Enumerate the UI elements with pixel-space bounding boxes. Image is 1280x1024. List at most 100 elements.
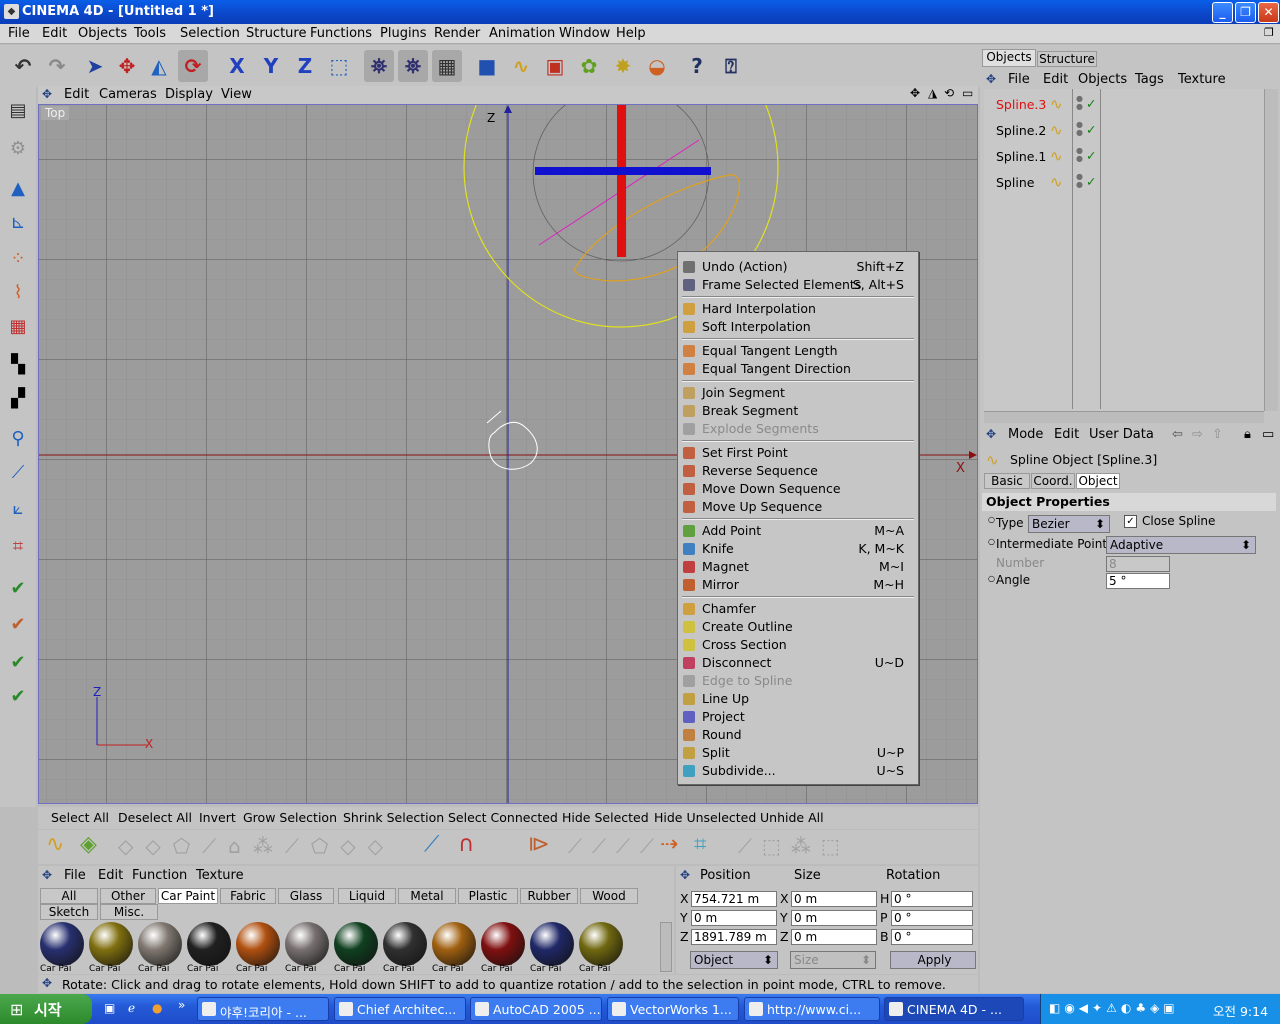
object-tool-icon[interactable]: ▲ (3, 173, 33, 203)
material-grip-icon[interactable]: ✥ (42, 868, 52, 882)
apply-button[interactable]: Apply (890, 951, 976, 969)
split-icon[interactable]: ⇢ (660, 832, 678, 857)
light-icon[interactable]: ✸ (608, 50, 638, 82)
add-point-icon[interactable]: ◈ (80, 832, 97, 857)
object-list[interactable]: Spline.3 ∿ ● ● ✓ Spline.2 ∿ ● ● ✓ Spline.1 ∿ ● ● ✓ Spli… (984, 89, 1264, 411)
taskbar-item[interactable]: AutoCAD 2005 ... (470, 997, 602, 1021)
maximize-button[interactable]: ❐ (1235, 2, 1256, 23)
deselect-all-button[interactable]: Deselect All (118, 810, 192, 825)
nurbs-icon[interactable]: ▣ (540, 50, 570, 82)
material-swatch[interactable] (579, 922, 623, 966)
attributes-grip-icon[interactable]: ✥ (986, 427, 996, 441)
tab-object[interactable]: Object (1076, 473, 1120, 489)
context-item-move-up-sequence[interactable]: Move Up Sequence (678, 498, 918, 516)
scale-icon[interactable]: ◭ (144, 50, 174, 82)
object-item-spline-3[interactable]: Spline.3 (996, 97, 1046, 112)
context-item-magnet[interactable]: Magnet M~I (678, 558, 918, 576)
context-item-subdivide[interactable]: Subdivide... U~S (678, 762, 918, 780)
material-tab-glass[interactable]: Glass (278, 888, 334, 904)
menu-tools[interactable]: Tools (134, 26, 166, 41)
visibility-dots-icon[interactable]: ● ● (1076, 95, 1083, 111)
material-tab-liquid[interactable]: Liquid (338, 888, 396, 904)
coord-mode-select[interactable]: Object ⬍ (690, 951, 778, 969)
restore-doc-icon[interactable]: ❐ (1264, 26, 1274, 39)
context-item-add-point[interactable]: Add Point M~A (678, 522, 918, 540)
grow-selection-button[interactable]: Grow Selection (243, 810, 337, 825)
visibility-dots-icon[interactable]: ● ● (1076, 121, 1083, 137)
size-field[interactable]: 0 m (791, 891, 877, 907)
rotation-field[interactable]: 0 ° (891, 910, 973, 926)
visibility-dots-icon[interactable]: ● ● (1076, 173, 1083, 189)
position-field[interactable]: 0 m (691, 910, 777, 926)
deformer-icon[interactable]: ◒ (642, 50, 672, 82)
material-tab-metal[interactable]: Metal (398, 888, 456, 904)
axis-tool-icon[interactable]: ⊾ (3, 207, 33, 237)
render-view-icon[interactable]: ⛯ (364, 50, 394, 82)
bone-tool-icon[interactable]: ⚲ (3, 423, 33, 453)
tab-coord[interactable]: Coord. (1031, 473, 1075, 489)
material-menu-function[interactable]: Function (132, 868, 187, 883)
material-swatch[interactable] (187, 922, 231, 966)
rotation-field[interactable]: 0 ° (891, 891, 973, 907)
object-item-spline-1[interactable]: Spline.1 (996, 149, 1046, 164)
context-item-equal-tangent-length[interactable]: Equal Tangent Length (678, 342, 918, 360)
rotation-field[interactable]: 0 ° (891, 929, 973, 945)
y-axis-icon[interactable]: Y (256, 50, 286, 82)
menu-render[interactable]: Render (434, 26, 480, 41)
material-swatch[interactable] (89, 922, 133, 966)
context-item-soft-interpolation[interactable]: Soft Interpolation (678, 318, 918, 336)
spline-icon[interactable]: ∿ (506, 50, 536, 82)
viewport-grip-icon[interactable]: ✥ (42, 87, 52, 101)
render-settings-icon[interactable]: ▦ (432, 50, 462, 82)
menu-structure[interactable]: Structure (246, 26, 306, 41)
context-item-join-segment[interactable]: Join Segment (678, 384, 918, 402)
magnet-icon[interactable]: ∩ (458, 832, 474, 857)
hide-selected-button[interactable]: Hide Selected (562, 810, 649, 825)
context-item-project[interactable]: Project (678, 708, 918, 726)
context-item-round[interactable]: Round (678, 726, 918, 744)
inverse-kinematics-icon[interactable]: ⟋ (3, 457, 33, 487)
material-menu-edit[interactable]: Edit (98, 868, 123, 883)
material-tab-all[interactable]: All (40, 888, 98, 904)
context-item-line-up[interactable]: Line Up (678, 690, 918, 708)
undo-icon[interactable]: ↶ (8, 50, 38, 82)
material-swatch[interactable] (383, 922, 427, 966)
cube-icon[interactable]: ■ (472, 50, 502, 82)
menu-selection[interactable]: Selection (180, 26, 240, 41)
material-swatch[interactable] (334, 922, 378, 966)
objects-menu-texture[interactable]: Texture (1178, 72, 1226, 87)
menu-window[interactable]: Window (559, 26, 610, 41)
context-item-create-outline[interactable]: Create Outline (678, 618, 918, 636)
tab-objects[interactable]: Objects (982, 49, 1036, 67)
material-scrollbar[interactable] (660, 922, 672, 972)
menu-functions[interactable]: Functions (310, 26, 372, 41)
quicklaunch-app-icon[interactable]: ● (152, 1001, 162, 1015)
size-field[interactable]: 0 m (791, 929, 877, 945)
angle-field[interactable]: 5 ° (1106, 573, 1170, 589)
knife-icon[interactable]: ⟋ (424, 832, 439, 857)
viewport-menu-edit[interactable]: Edit (64, 87, 89, 102)
context-item-disconnect[interactable]: Disconnect U~D (678, 654, 918, 672)
spline-icon[interactable]: ∿ (1050, 95, 1063, 113)
snap-tool-icon[interactable]: ⌗ (3, 531, 33, 561)
attributes-menu-edit[interactable]: Edit (1054, 427, 1079, 442)
rotate-icon[interactable]: ⟳ (178, 50, 208, 82)
objects-menu-objects[interactable]: Objects (1078, 72, 1127, 87)
context-item-frame-selected-elements[interactable]: Frame Selected Elements S, Alt+S (678, 276, 918, 294)
help-icon[interactable]: ⍰ (716, 50, 746, 82)
taskbar-item[interactable]: 야후!코리아 - ... (197, 997, 329, 1021)
render-region-icon[interactable]: ⛯ (398, 50, 428, 82)
objects-menu-file[interactable]: File (1008, 72, 1030, 87)
material-menu-file[interactable]: File (64, 868, 86, 883)
taskbar-item[interactable]: CINEMA 4D - ... (884, 997, 1024, 1021)
context-item-break-segment[interactable]: Break Segment (678, 402, 918, 420)
attributes-menu-mode[interactable]: Mode (1008, 427, 1043, 442)
size-field[interactable]: 0 m (791, 910, 877, 926)
context-item-move-down-sequence[interactable]: Move Down Sequence (678, 480, 918, 498)
minimize-button[interactable]: _ (1212, 2, 1233, 23)
subdivide-icon[interactable]: ⌗ (694, 832, 706, 857)
tab-basic[interactable]: Basic (984, 473, 1030, 489)
menu-plugins[interactable]: Plugins (380, 26, 427, 41)
spline-icon[interactable]: ∿ (1050, 147, 1063, 165)
animation-tool-icon[interactable]: ⟀ (3, 493, 33, 523)
